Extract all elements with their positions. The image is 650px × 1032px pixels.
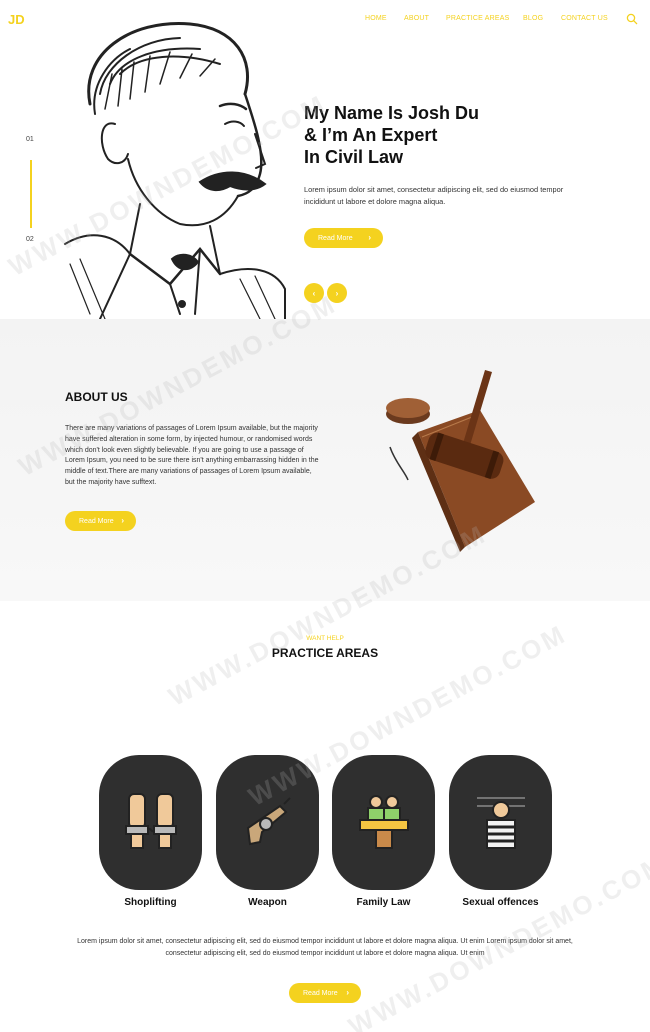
- nav-blog[interactable]: BLOG: [523, 15, 543, 22]
- practice-read-more-label: Read More: [303, 989, 338, 997]
- gavel-and-book-image: [386, 370, 535, 552]
- about-read-more-label: Read More: [79, 517, 114, 525]
- hero-title-line-2: & I’m An Expert: [304, 125, 438, 145]
- search-icon[interactable]: [626, 13, 638, 25]
- practice-card-sexual-offences[interactable]: [449, 755, 552, 890]
- nav-home[interactable]: HOME: [365, 15, 387, 22]
- hero-title-line-3: In Civil Law: [304, 147, 404, 167]
- about-read-more-button[interactable]: Read More ›: [65, 511, 136, 531]
- practice-title: PRACTICE AREAS: [271, 646, 379, 660]
- slider-next-button[interactable]: ›: [327, 283, 347, 303]
- slide-number-1[interactable]: 01: [26, 136, 34, 143]
- practice-card-shoplifting[interactable]: [99, 755, 202, 890]
- handcuffs-icon: [125, 793, 177, 849]
- practice-read-more-button[interactable]: Read More ›: [289, 983, 361, 1003]
- courtroom-icon: [359, 795, 409, 849]
- hero-description: Lorem ipsum dolor sit amet, consectetur …: [304, 185, 564, 206]
- hero-title: My Name Is Josh Du & I’m An Expert In Ci…: [304, 102, 554, 168]
- practice-card-weapon[interactable]: [216, 755, 319, 890]
- chevron-right-icon: ›: [121, 516, 124, 525]
- chevron-right-icon: ›: [346, 988, 349, 997]
- hero-title-line-1: My Name Is Josh Du: [304, 103, 480, 123]
- hero-read-more-label: Read More: [318, 234, 353, 242]
- slider-prev-button[interactable]: ‹: [304, 283, 324, 303]
- logo[interactable]: JD: [8, 12, 25, 27]
- about-description: There are many variations of passages of…: [65, 425, 319, 486]
- prisoner-icon: [477, 797, 525, 849]
- nav-about[interactable]: ABOUT: [404, 15, 429, 22]
- practice-label-family-law: Family Law: [356, 897, 411, 908]
- slide-number-2[interactable]: 02: [26, 236, 34, 243]
- practice-label-sexual-offences: Sexual offences: [462, 897, 539, 908]
- chevron-right-icon: ›: [368, 233, 371, 242]
- hero-read-more-button[interactable]: Read More ›: [304, 228, 383, 248]
- practice-label-weapon: Weapon: [248, 897, 287, 908]
- revolver-icon: [246, 797, 291, 846]
- nav-practice-areas[interactable]: PRACTICE AREAS: [446, 15, 509, 22]
- practice-card-family-law[interactable]: [332, 755, 435, 890]
- lawyer-portrait-illustration: [64, 22, 286, 320]
- nav-contact-us[interactable]: CONTACT US: [561, 15, 608, 22]
- practice-subtitle: WANT HELP: [306, 635, 344, 642]
- practice-label-shoplifting: Shoplifting: [124, 897, 177, 908]
- slide-progress-line: [30, 160, 32, 228]
- about-title: ABOUT US: [65, 390, 128, 404]
- practice-description: Lorem ipsum dolor sit amet, consectetur …: [77, 938, 573, 957]
